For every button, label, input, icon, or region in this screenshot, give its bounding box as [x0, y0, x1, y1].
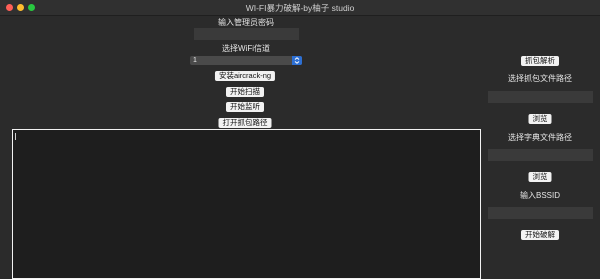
install-aircrack-button[interactable]: 安装aircrack-ng	[214, 71, 276, 81]
open-capture-path-button[interactable]: 打开抓包路径	[218, 118, 272, 128]
channel-label: 选择WiFi信道	[222, 44, 270, 53]
channel-select[interactable]: 1	[190, 56, 302, 65]
window-title: WI-FI暴力破解-by柚子 studio	[245, 3, 355, 13]
title-bar: WI-FI暴力破解-by柚子 studio	[0, 0, 600, 16]
start-crack-button[interactable]: 开始破解	[521, 230, 559, 240]
admin-password-label: 输入管理员密码	[218, 18, 274, 27]
admin-password-input[interactable]	[194, 28, 299, 40]
start-scan-button[interactable]: 开始扫描	[226, 87, 264, 97]
browse-capture-button[interactable]: 浏览	[528, 114, 552, 124]
capture-path-input[interactable]	[488, 91, 593, 103]
channel-selected-value: 1	[193, 57, 197, 64]
bssid-input[interactable]	[488, 207, 593, 219]
bssid-label: 输入BSSID	[519, 191, 561, 200]
capture-path-label: 选择抓包文件路径	[508, 74, 572, 83]
start-listen-button[interactable]: 开始监听	[226, 102, 264, 112]
dict-path-label: 选择字典文件路径	[508, 133, 572, 142]
chevron-updown-icon[interactable]	[292, 56, 302, 65]
browse-dict-button[interactable]: 浏览	[528, 172, 552, 182]
parse-capture-button[interactable]: 抓包解析	[521, 56, 559, 66]
log-output[interactable]	[12, 129, 481, 279]
dict-path-input[interactable]	[488, 149, 593, 161]
text-caret	[15, 133, 16, 140]
